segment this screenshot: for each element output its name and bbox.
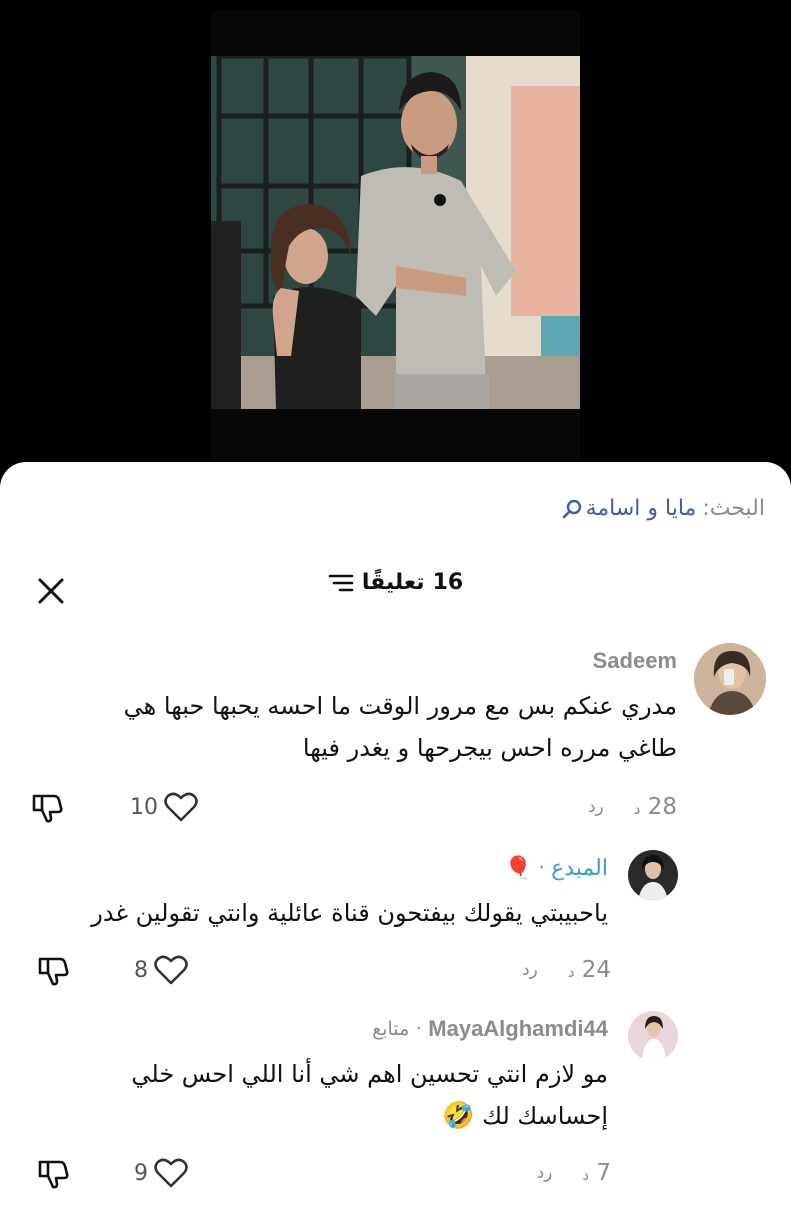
comment-author-line: Sadeem — [593, 648, 677, 674]
heart-icon — [154, 1158, 188, 1188]
reply-button[interactable]: رد — [522, 960, 538, 980]
avatar[interactable] — [694, 643, 766, 715]
comment-text-line: ياحبيبتي يقولك بيفتحون قناة عائلية وانتي… — [91, 899, 608, 927]
separator-dot: · — [538, 855, 546, 881]
dislike-button[interactable] — [36, 1156, 70, 1190]
comment-actions: 10 — [30, 790, 198, 824]
dislike-button[interactable] — [30, 790, 64, 824]
thumbs-down-icon — [38, 957, 69, 986]
reply-button[interactable]: رد — [588, 797, 604, 817]
comment-author-line: MayaAlghamdi44 · متابع — [372, 1016, 608, 1042]
comments-sheet: البحث: مايا و اسامة 16 تعليقًا Sadeem مد… — [0, 462, 791, 1222]
separator-dot: · — [415, 1016, 423, 1042]
search-query-link[interactable]: مايا و اسامة — [586, 496, 697, 521]
comment-author[interactable]: المبدع — [551, 855, 608, 881]
filter-icon[interactable] — [328, 572, 354, 594]
comment-time: 7 د — [582, 1160, 611, 1186]
comment-text-line: إحساسك لك 🤣 — [442, 1101, 608, 1131]
search-icon — [562, 499, 582, 519]
comments-count-title: 16 تعليقًا — [0, 570, 791, 595]
comment-text: مدري عنكم بس مع مرور الوقت ما احسه يحبها… — [77, 685, 677, 769]
search-prefix: البحث: — [702, 496, 765, 521]
comment-text-line: طاغي مرره احس بيجرحها و يغدر فيها — [302, 734, 677, 762]
comment-text-line: مدري عنكم بس مع مرور الوقت ما احسه يحبها… — [123, 692, 677, 720]
comment-author-line: المبدع · 🎈 — [505, 855, 608, 881]
like-count: 10 — [130, 794, 158, 820]
thumbs-down-icon — [38, 1160, 69, 1189]
comment-meta: 24 د رد — [522, 957, 611, 983]
heart-icon — [164, 792, 198, 822]
comment-time: 28 د — [633, 794, 677, 820]
video-player[interactable] — [211, 10, 580, 460]
comment-author[interactable]: MayaAlghamdi44 — [428, 1016, 608, 1042]
search-suggestion[interactable]: البحث: مايا و اسامة — [562, 496, 765, 521]
dislike-button[interactable] — [36, 953, 70, 987]
comments-header: 16 تعليقًا — [0, 570, 791, 606]
comments-title-word: تعليقًا — [361, 570, 425, 595]
comment-text-line: مو لازم انتي تحسين اهم شي أنا اللي احس خ… — [131, 1060, 608, 1088]
comments-count: 16 — [432, 570, 464, 595]
thumbs-down-icon — [32, 794, 63, 823]
heart-icon — [154, 955, 188, 985]
comment-actions: 9 — [36, 1156, 188, 1190]
avatar[interactable] — [628, 850, 678, 900]
comment-actions: 8 — [36, 953, 188, 987]
comment-text: ياحبيبتي يقولك بيفتحون قناة عائلية وانتي… — [0, 892, 608, 934]
comment-text: مو لازم انتي تحسين اهم شي أنا اللي احس خ… — [0, 1053, 608, 1137]
avatar[interactable] — [628, 1011, 678, 1061]
author-emoji: 🎈 — [504, 855, 533, 881]
comment-meta: 7 د رد — [537, 1160, 611, 1186]
like-count: 9 — [134, 1160, 148, 1186]
video-frame-image — [211, 56, 580, 409]
laughing-emoji: 🤣 — [442, 1101, 475, 1131]
comment-meta: 28 د رد — [588, 794, 677, 820]
following-label: متابع — [372, 1018, 410, 1040]
like-button[interactable] — [154, 954, 188, 986]
comment-author[interactable]: Sadeem — [593, 648, 677, 674]
like-button[interactable] — [164, 791, 198, 823]
comment-time: 24 د — [567, 957, 611, 983]
like-button[interactable] — [154, 1157, 188, 1189]
reply-button[interactable]: رد — [537, 1163, 553, 1183]
like-count: 8 — [134, 957, 148, 983]
